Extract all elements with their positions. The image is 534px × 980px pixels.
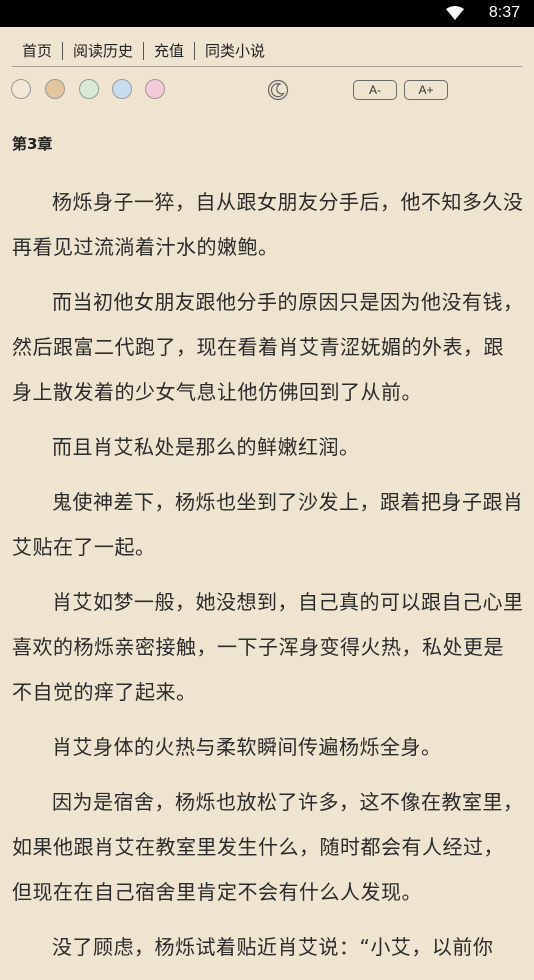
paragraph: 鬼使神差下，杨烁也坐到了沙发上，跟着把身子跟肖艾贴在了一起。: [12, 490, 524, 559]
paragraph: 肖艾如梦一般，她没想到，自己真的可以跟自己心里喜欢的杨烁亲密接触，一下子浑身变得…: [12, 590, 524, 704]
font-decrease-button[interactable]: A-: [353, 80, 397, 100]
status-bar: 8:37: [0, 0, 534, 27]
theme-swatch-pink[interactable]: [145, 79, 165, 99]
nav-recharge[interactable]: 充值: [144, 42, 194, 60]
theme-swatch-blue[interactable]: [112, 79, 132, 99]
paragraph: 因为是宿舍，杨烁也放松了许多，这不像在教室里，如果他跟肖艾在教室里发生什么，随时…: [12, 790, 524, 904]
top-nav: 首页 阅读历史 充值 同类小说: [12, 36, 522, 67]
theme-swatch-beige[interactable]: [11, 79, 31, 99]
paragraph: 没了顾虑，杨烁试着贴近肖艾说：“小艾，以前你: [52, 935, 494, 959]
nav-home[interactable]: 首页: [12, 42, 62, 60]
paragraph: 而且肖艾私处是那么的鲜嫩红润。: [52, 435, 360, 459]
nav-reading-history[interactable]: 阅读历史: [63, 42, 143, 60]
theme-swatch-green[interactable]: [79, 79, 99, 99]
reader-toolbar: A- A+: [11, 79, 523, 103]
status-time: 8:37: [488, 4, 520, 21]
nav-similar-novels[interactable]: 同类小说: [195, 42, 275, 60]
night-mode-icon[interactable]: [267, 79, 289, 101]
paragraph: 肖艾身体的火热与柔软瞬间传遍杨烁全身。: [52, 735, 442, 759]
wifi-icon: [446, 6, 464, 20]
chapter-title: 第3章: [12, 135, 53, 153]
chapter-content: 杨烁身子一猝，自从跟女朋友分手后，他不知多久没再看见过流淌着汁水的嫩鲍。 而当初…: [12, 180, 524, 980]
font-increase-button[interactable]: A+: [404, 80, 448, 100]
theme-swatch-tan[interactable]: [45, 79, 65, 99]
paragraph: 杨烁身子一猝，自从跟女朋友分手后，他不知多久没再看见过流淌着汁水的嫩鲍。: [12, 190, 524, 259]
paragraph: 而当初他女朋友跟他分手的原因只是因为他没有钱，然后跟富二代跑了，现在看着肖艾青涩…: [12, 290, 524, 404]
